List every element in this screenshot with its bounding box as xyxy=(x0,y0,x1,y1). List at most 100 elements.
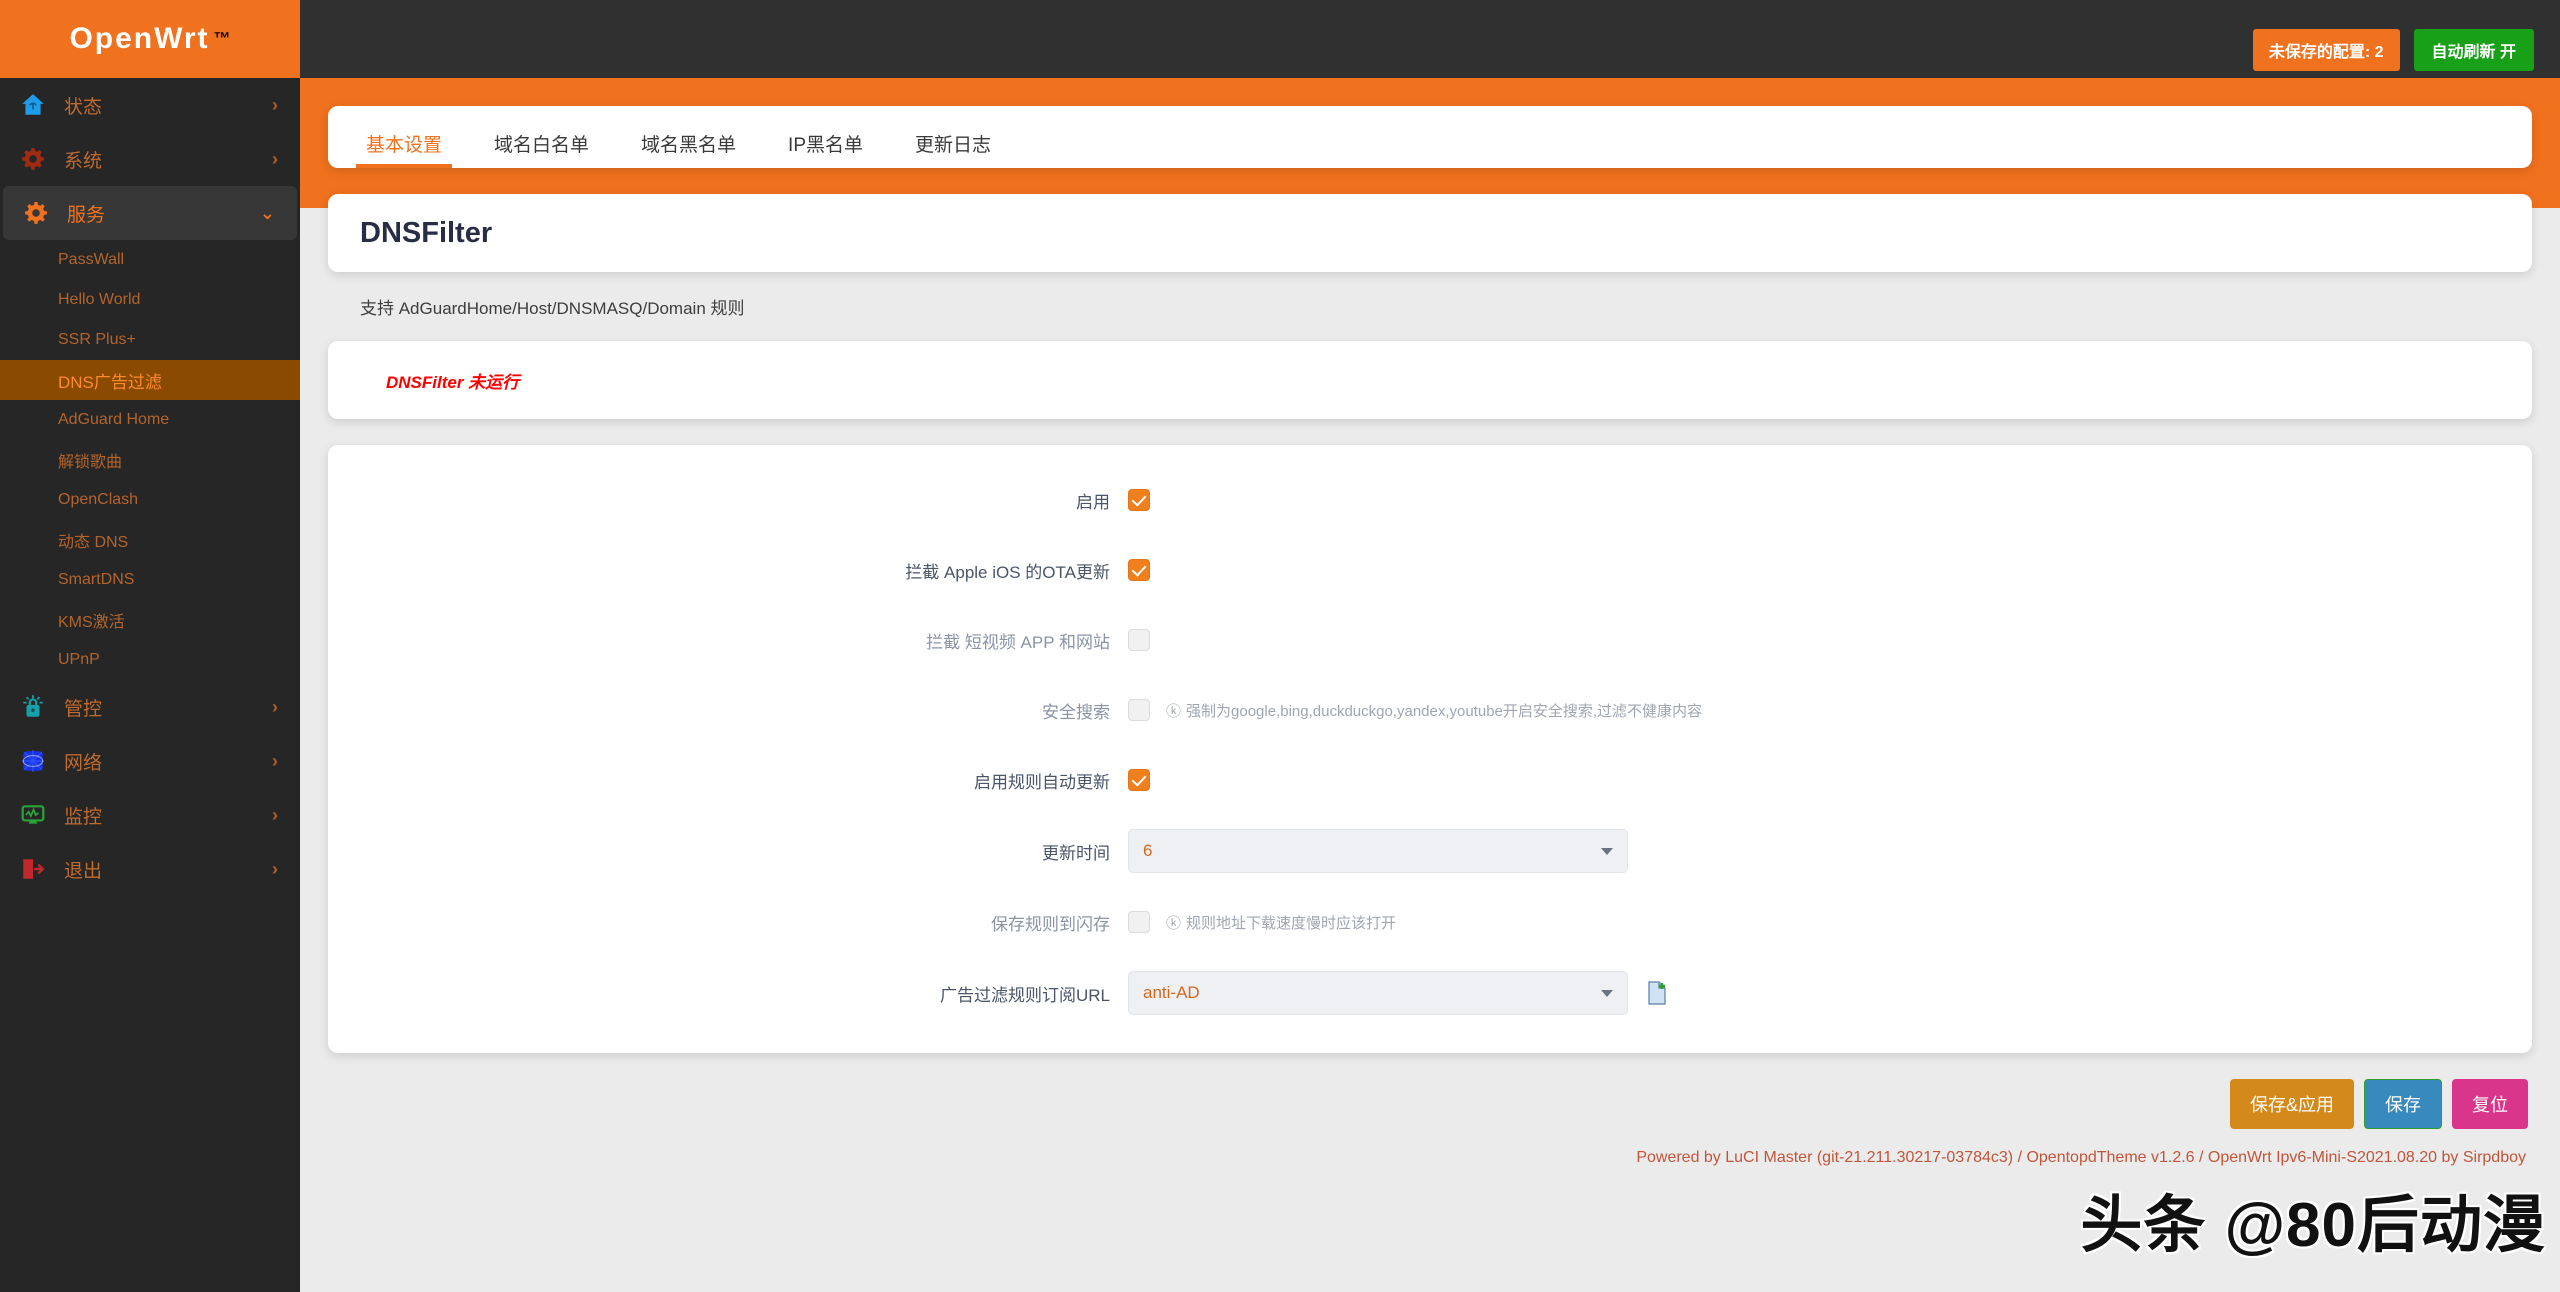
form-row-field-0 xyxy=(1128,489,2532,511)
sidebar-subitem-2-3[interactable]: DNS广告过滤 xyxy=(0,360,300,400)
auto-refresh-button[interactable]: 自动刷新 开 xyxy=(2413,29,2534,71)
sidebar-nav: 状态 › 系统 › 服务 ⌄ PassWall Hello World SSR Plus+ DNS… xyxy=(0,78,300,896)
content-area: 基本设置 域名白名单 域名黑名单 IP黑名单 更新日志 DNSFilter 支持 AdG… xyxy=(300,78,2560,1292)
checkbox-2[interactable] xyxy=(1128,629,1150,651)
form-row-label-6: 保存规则到闪存 xyxy=(991,914,1110,934)
sidebar: OpenWrt ™ 状态 › 系统 › 服务 ⌄ PassWall Hello World SS… xyxy=(0,0,300,1292)
checkbox-6[interactable] xyxy=(1128,911,1150,933)
status-badge: DNSFilter 未运行 xyxy=(386,372,520,392)
network-icon xyxy=(18,746,48,776)
sidebar-group-2: 服务 ⌄ PassWall Hello World SSR Plus+ DNS广告过滤 Ad… xyxy=(0,186,300,680)
form-row-label-5: 更新时间 xyxy=(1042,843,1110,863)
form-row-field-7: anti-AD xyxy=(1128,971,2532,1015)
sidebar-item-label: 系统 xyxy=(64,150,103,172)
tab-bar: 基本设置 域名白名单 域名黑名单 IP黑名单 更新日志 xyxy=(328,106,2532,168)
monitor-chart-icon xyxy=(18,800,48,830)
form-row-field-2 xyxy=(1128,629,2532,651)
sidebar-subitem-2-6[interactable]: OpenClash xyxy=(0,480,300,520)
gear-dark-icon xyxy=(18,144,48,174)
sidebar-subitem-2-4[interactable]: AdGuard Home xyxy=(0,400,300,440)
form-row-4: 启用规则自动更新 xyxy=(328,759,2532,801)
tab-3[interactable]: IP黑名单 xyxy=(778,136,873,168)
house-icon xyxy=(18,90,48,120)
page-description: 支持 AdGuardHome/Host/DNSMASQ/Domain 规则 xyxy=(360,299,745,318)
select-value-7: anti-AD xyxy=(1143,983,1200,1002)
form-actions: 保存&应用 保存 复位 xyxy=(328,1079,2532,1129)
tab-4[interactable]: 更新日志 xyxy=(905,136,1001,168)
sidebar-subitem-2-5[interactable]: 解锁歌曲 xyxy=(0,440,300,480)
sidebar-subitem-2-8[interactable]: SmartDNS xyxy=(0,560,300,600)
topbar-actions: 未保存的配置: 2 自动刷新 开 xyxy=(2252,0,2560,78)
footer-credits: Powered by LuCI Master (git-21.211.30217… xyxy=(1636,1149,2526,1166)
form-row-field-4 xyxy=(1128,769,2532,791)
sidebar-group-0: 状态 › xyxy=(0,78,300,132)
sidebar-subitem-2-7[interactable]: 动态 DNS xyxy=(0,520,300,560)
sidebar-group-1: 系统 › xyxy=(0,132,300,186)
sidebar-group-3: 管控 › xyxy=(0,680,300,734)
sidebar-item-3[interactable]: 管控 › xyxy=(0,680,300,734)
form-row-field-3: ⓚ 强制为google,bing,duckduckgo,yandex,youtub… xyxy=(1128,699,2532,721)
chevron-right-icon: › xyxy=(272,804,278,825)
sidebar-subitem-2-9[interactable]: KMS激活 xyxy=(0,600,300,640)
sidebar-item-label: 网络 xyxy=(64,752,103,774)
tab-2[interactable]: 域名黑名单 xyxy=(631,136,746,168)
sidebar-group-5: 监控 › xyxy=(0,788,300,842)
sidebar-item-label: 管控 xyxy=(64,698,103,720)
sidebar-item-label: 退出 xyxy=(64,860,103,882)
select-value-5: 6 xyxy=(1143,841,1153,860)
form-row-field-1 xyxy=(1128,559,2532,581)
sidebar-subitem-2-10[interactable]: UPnP xyxy=(0,640,300,680)
lock-alarm-icon xyxy=(18,692,48,722)
help-icon: ⓚ xyxy=(1166,914,1182,932)
sidebar-item-5[interactable]: 监控 › xyxy=(0,788,300,842)
sidebar-item-4[interactable]: 网络 › xyxy=(0,734,300,788)
form-row-label-7: 广告过滤规则订阅URL xyxy=(939,985,1110,1005)
chevron-down-icon xyxy=(1601,989,1613,997)
chevron-right-icon: › xyxy=(272,148,278,169)
sidebar-item-2[interactable]: 服务 ⌄ xyxy=(3,186,297,240)
checkbox-4[interactable] xyxy=(1128,769,1150,791)
form-row-label-4: 启用规则自动更新 xyxy=(974,772,1110,792)
logout-icon xyxy=(18,854,48,884)
chevron-right-icon: › xyxy=(272,750,278,771)
checkbox-3[interactable] xyxy=(1128,699,1150,721)
form-row-label-1: 拦截 Apple iOS 的OTA更新 xyxy=(905,562,1110,582)
sidebar-item-1[interactable]: 系统 › xyxy=(0,132,300,186)
app-root: OpenWrt ™ 状态 › 系统 › 服务 ⌄ PassWall Hello World SS… xyxy=(0,0,2560,1292)
save-button[interactable]: 保存 xyxy=(2364,1079,2442,1129)
hint-text: 强制为google,bing,duckduckgo,yandex,youtube… xyxy=(1186,702,1703,720)
service-status-card: DNSFilter 未运行 xyxy=(328,341,2532,419)
unsaved-changes-button[interactable]: 未保存的配置: 2 xyxy=(2252,29,2400,71)
new-document-icon[interactable] xyxy=(1646,981,1668,1005)
sidebar-item-6[interactable]: 退出 › xyxy=(0,842,300,896)
select-5[interactable]: 6 xyxy=(1128,829,1628,873)
checkbox-0[interactable] xyxy=(1128,489,1150,511)
form-row-field-5: 6 xyxy=(1128,829,2532,873)
form-row-label-0: 启用 xyxy=(1076,492,1110,512)
chevron-down-icon: ⌄ xyxy=(259,202,275,223)
form-row-0: 启用 xyxy=(328,479,2532,521)
select-7[interactable]: anti-AD xyxy=(1128,971,1628,1015)
form-row-label-2: 拦截 短视频 APP 和网站 xyxy=(926,632,1110,652)
help-icon: ⓚ xyxy=(1166,702,1182,720)
form-row-7: 广告过滤规则订阅URL anti-AD xyxy=(328,971,2532,1015)
brand-logo[interactable]: OpenWrt ™ xyxy=(0,0,300,78)
sidebar-item-label: 服务 xyxy=(67,204,106,226)
reset-button[interactable]: 复位 xyxy=(2452,1079,2528,1129)
tab-0[interactable]: 基本设置 xyxy=(356,136,453,168)
form-row-hint-6: ⓚ 规则地址下载速度慢时应该打开 xyxy=(1166,912,1396,933)
chevron-right-icon: › xyxy=(272,696,278,717)
chevron-right-icon: › xyxy=(272,858,278,879)
sidebar-submenu-2: PassWall Hello World SSR Plus+ DNS广告过滤 AdGua… xyxy=(0,240,300,680)
tab-1[interactable]: 域名白名单 xyxy=(484,136,599,168)
sidebar-subitem-2-2[interactable]: SSR Plus+ xyxy=(0,320,300,360)
gear-orange-icon xyxy=(21,198,51,228)
checkbox-1[interactable] xyxy=(1128,559,1150,581)
form-row-label-3: 安全搜索 xyxy=(1042,702,1110,722)
save-and-apply-button[interactable]: 保存&应用 xyxy=(2229,1079,2354,1129)
form-row-6: 保存规则到闪存 ⓚ 规则地址下载速度慢时应该打开 xyxy=(328,901,2532,943)
hint-text: 规则地址下载速度慢时应该打开 xyxy=(1186,914,1397,932)
sidebar-subitem-2-1[interactable]: Hello World xyxy=(0,280,300,320)
sidebar-subitem-2-0[interactable]: PassWall xyxy=(0,240,300,280)
sidebar-item-0[interactable]: 状态 › xyxy=(0,78,300,132)
